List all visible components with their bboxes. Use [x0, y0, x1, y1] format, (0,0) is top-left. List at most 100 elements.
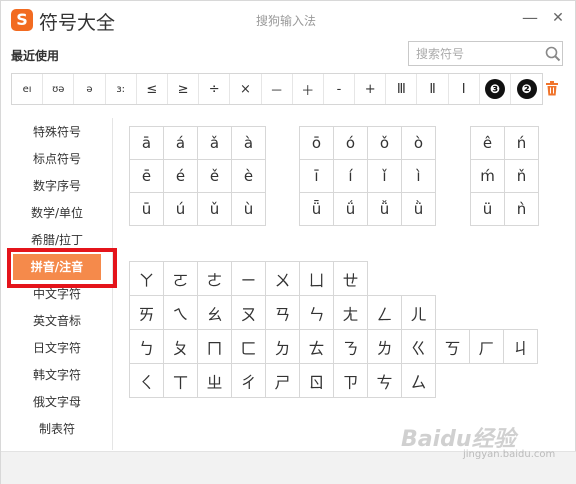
- zhuyin-symbol-cell[interactable]: ㄛ: [164, 262, 198, 296]
- zhuyin-symbol-cell[interactable]: ㄗ: [334, 364, 368, 398]
- zhuyin-symbol-cell[interactable]: ㄊ: [300, 330, 334, 364]
- recent-symbol-cell[interactable]: －: [262, 74, 293, 104]
- pinyin-symbol-cell[interactable]: è: [232, 160, 266, 193]
- zhuyin-symbol-cell[interactable]: ㄦ: [402, 296, 436, 330]
- pinyin-symbol-cell[interactable]: ā: [130, 127, 164, 160]
- zhuyin-symbol-cell[interactable]: ㄤ: [334, 296, 368, 330]
- minimize-button[interactable]: —: [520, 8, 540, 28]
- zhuyin-symbol-cell[interactable]: ㄥ: [368, 296, 402, 330]
- recent-symbol-cell[interactable]: ʊə: [43, 74, 75, 104]
- recent-symbol-cell[interactable]: ÷: [199, 74, 231, 104]
- pinyin-symbol-cell[interactable]: ó: [334, 127, 368, 160]
- zhuyin-symbol-cell[interactable]: ㄣ: [300, 296, 334, 330]
- search-input[interactable]: [409, 42, 539, 65]
- zhuyin-symbol-cell[interactable]: ㄝ: [334, 262, 368, 296]
- pinyin-symbol-cell[interactable]: ǔ: [198, 193, 232, 226]
- pinyin-symbol-cell[interactable]: ò: [402, 127, 436, 160]
- zhuyin-symbol-cell[interactable]: ㄏ: [470, 330, 504, 364]
- recent-symbol-cell[interactable]: +: [355, 74, 387, 104]
- sidebar-item[interactable]: 韩文字符: [1, 365, 113, 385]
- recent-symbol-cell[interactable]: ə: [74, 74, 106, 104]
- zhuyin-symbol-cell[interactable]: ㄔ: [232, 364, 266, 398]
- recent-symbol-cell[interactable]: ≤: [137, 74, 168, 104]
- pinyin-symbol-cell[interactable]: ǹ: [505, 193, 539, 226]
- sidebar-item[interactable]: 标点符号: [1, 149, 113, 169]
- zhuyin-symbol-cell[interactable]: ㄌ: [368, 330, 402, 364]
- pinyin-symbol-cell[interactable]: ō: [300, 127, 334, 160]
- zhuyin-symbol-cell[interactable]: ㄠ: [198, 296, 232, 330]
- recent-symbol-cell[interactable]: eı: [12, 74, 44, 104]
- zhuyin-symbol-cell[interactable]: ㄈ: [232, 330, 266, 364]
- zhuyin-symbol-cell[interactable]: ㄋ: [334, 330, 368, 364]
- trash-icon[interactable]: [545, 81, 559, 96]
- zhuyin-symbol-cell[interactable]: ㄧ: [232, 262, 266, 296]
- pinyin-symbol-cell[interactable]: ǒ: [368, 127, 402, 160]
- zhuyin-symbol-cell[interactable]: ㄘ: [368, 364, 402, 398]
- zhuyin-symbol-cell[interactable]: ㄍ: [402, 330, 436, 364]
- pinyin-symbol-cell[interactable]: ḿ: [471, 160, 505, 193]
- close-button[interactable]: ✕: [548, 8, 568, 28]
- pinyin-symbol-cell[interactable]: ǎ: [198, 127, 232, 160]
- zhuyin-symbol-cell[interactable]: ㄉ: [266, 330, 300, 364]
- zhuyin-symbol-cell[interactable]: ㄕ: [266, 364, 300, 398]
- recent-symbol-cell[interactable]: Ⅰ: [449, 74, 480, 104]
- sidebar-item[interactable]: 日文字符: [1, 338, 113, 358]
- zhuyin-symbol-cell[interactable]: ㄜ: [198, 262, 232, 296]
- zhuyin-symbol-cell[interactable]: ㄢ: [266, 296, 300, 330]
- sidebar-item[interactable]: 希腊/拉丁: [1, 230, 113, 250]
- pinyin-symbol-cell[interactable]: ǚ: [368, 193, 402, 226]
- pinyin-symbol-cell[interactable]: á: [164, 127, 198, 160]
- recent-symbol-cell[interactable]: ❷: [511, 74, 542, 104]
- pinyin-symbol-cell[interactable]: ū: [130, 193, 164, 226]
- pinyin-symbol-cell[interactable]: ǜ: [402, 193, 436, 226]
- pinyin-symbol-cell[interactable]: ī: [300, 160, 334, 193]
- sidebar-item[interactable]: 特殊符号: [1, 122, 113, 142]
- recent-symbol-cell[interactable]: ×: [230, 74, 262, 104]
- sidebar-item[interactable]: 俄文字母: [1, 392, 113, 412]
- recent-symbol-cell[interactable]: ❸: [480, 74, 511, 104]
- sidebar-item[interactable]: 中文字符: [1, 284, 113, 304]
- zhuyin-symbol-cell[interactable]: ㄖ: [300, 364, 334, 398]
- recent-symbol-cell[interactable]: Ⅱ: [417, 74, 449, 104]
- pinyin-symbol-cell[interactable]: ú: [164, 193, 198, 226]
- pinyin-symbol-cell[interactable]: ǐ: [368, 160, 402, 193]
- pinyin-symbol-cell[interactable]: ň: [505, 160, 539, 193]
- zhuyin-symbol-cell[interactable]: ㄙ: [402, 364, 436, 398]
- sidebar-item[interactable]: 数学/单位: [1, 203, 113, 223]
- zhuyin-symbol-cell[interactable]: ㄩ: [300, 262, 334, 296]
- recent-symbol-cell[interactable]: -: [324, 74, 356, 104]
- pinyin-symbol-cell[interactable]: é: [164, 160, 198, 193]
- recent-symbol-cell[interactable]: ＋: [293, 74, 324, 104]
- sidebar-item[interactable]: 英文音标: [1, 311, 113, 331]
- zhuyin-symbol-cell[interactable]: ㄎ: [436, 330, 470, 364]
- zhuyin-symbol-cell[interactable]: ㄑ: [130, 364, 164, 398]
- zhuyin-symbol-cell[interactable]: ㄚ: [130, 262, 164, 296]
- pinyin-symbol-cell[interactable]: ě: [198, 160, 232, 193]
- pinyin-symbol-cell[interactable]: ń: [505, 127, 539, 160]
- pinyin-symbol-cell[interactable]: à: [232, 127, 266, 160]
- pinyin-symbol-cell[interactable]: ê: [471, 127, 505, 160]
- zhuyin-symbol-cell[interactable]: ㄐ: [504, 330, 538, 364]
- zhuyin-symbol-cell[interactable]: ㄟ: [164, 296, 198, 330]
- recent-symbol-cell[interactable]: ɜ:: [106, 74, 137, 104]
- recent-symbol-cell[interactable]: ≥: [168, 74, 200, 104]
- pinyin-symbol-cell[interactable]: í: [334, 160, 368, 193]
- search-box[interactable]: [408, 41, 563, 66]
- sidebar-item[interactable]: 数字序号: [1, 176, 113, 196]
- zhuyin-symbol-cell[interactable]: ㄞ: [130, 296, 164, 330]
- pinyin-symbol-cell[interactable]: ü: [471, 193, 505, 226]
- pinyin-symbol-cell[interactable]: ì: [402, 160, 436, 193]
- zhuyin-symbol-cell[interactable]: ㄓ: [198, 364, 232, 398]
- zhuyin-symbol-cell[interactable]: ㄒ: [164, 364, 198, 398]
- zhuyin-symbol-cell[interactable]: ㄡ: [232, 296, 266, 330]
- zhuyin-symbol-cell[interactable]: ㄆ: [164, 330, 198, 364]
- zhuyin-symbol-cell[interactable]: ㄇ: [198, 330, 232, 364]
- sidebar-item[interactable]: 拼音/注音: [13, 254, 101, 280]
- pinyin-symbol-cell[interactable]: ǘ: [334, 193, 368, 226]
- recent-symbol-cell[interactable]: Ⅲ: [386, 74, 418, 104]
- zhuyin-symbol-cell[interactable]: ㄅ: [130, 330, 164, 364]
- zhuyin-symbol-cell[interactable]: ㄨ: [266, 262, 300, 296]
- sidebar-item[interactable]: 制表符: [1, 419, 113, 439]
- pinyin-symbol-cell[interactable]: ù: [232, 193, 266, 226]
- search-icon[interactable]: [545, 46, 561, 62]
